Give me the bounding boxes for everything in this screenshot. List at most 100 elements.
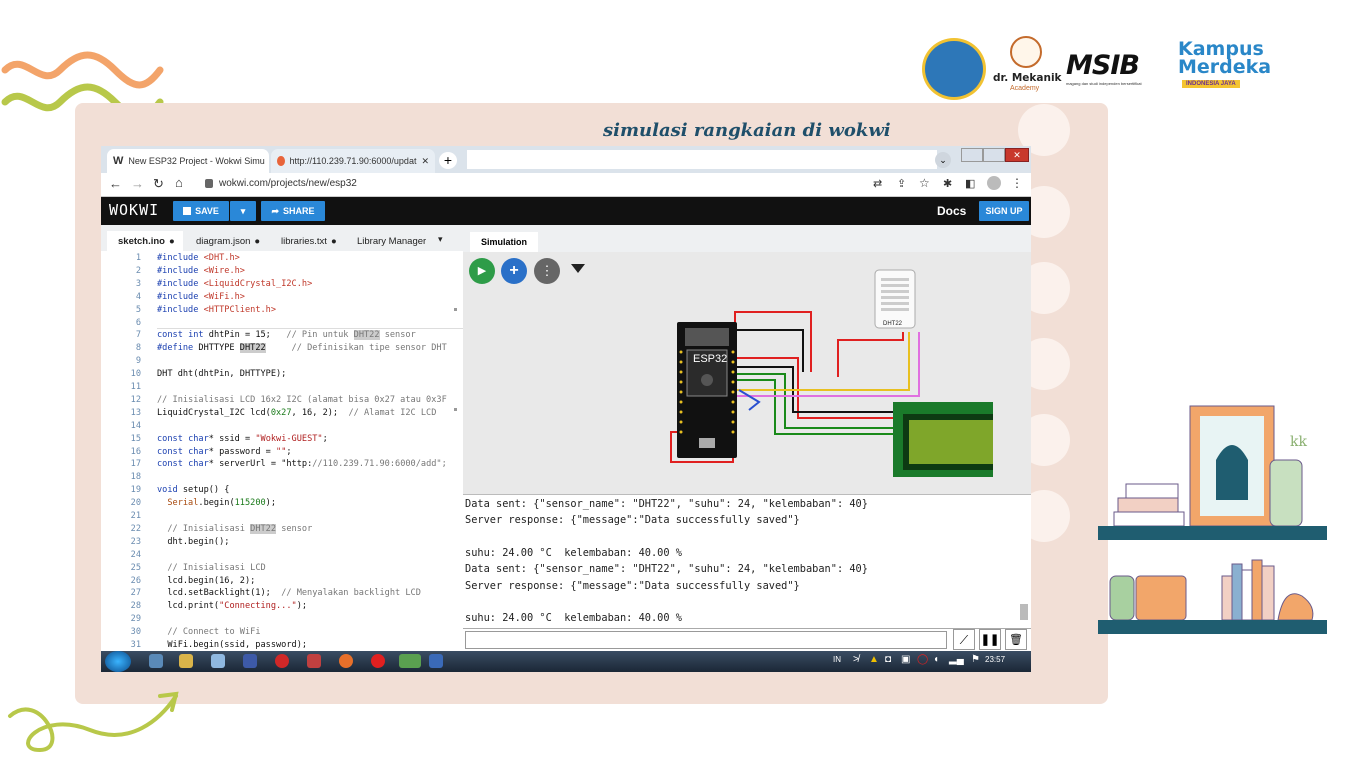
code-line[interactable]: // Inisialisasi LCD: [157, 563, 265, 573]
star-icon[interactable]: ☆: [919, 176, 930, 190]
clock[interactable]: 23:57: [985, 655, 1005, 664]
tab-library-manager[interactable]: Library Manager: [357, 231, 426, 251]
taskbar-word-icon[interactable]: [429, 654, 443, 668]
volume-icon[interactable]: ◖: [933, 654, 939, 665]
line-number: 13: [130, 407, 141, 418]
wokwi-logo[interactable]: WOKWI: [109, 201, 159, 219]
serial-scrollbar[interactable]: [1020, 604, 1028, 620]
line-number: 12: [130, 394, 141, 405]
tray-icon[interactable]: ≯: [853, 654, 859, 665]
warning-icon[interactable]: ▲: [869, 654, 879, 665]
forward-icon[interactable]: →: [131, 177, 144, 191]
code-line[interactable]: // Connect to WiFi: [157, 627, 260, 637]
minimize-icon[interactable]: [961, 148, 983, 162]
code-line[interactable]: const char* serverUrl = "http://110.239.…: [157, 459, 447, 469]
start-button-icon[interactable]: [105, 651, 131, 672]
tabs-dropdown-icon[interactable]: ▾: [438, 234, 443, 245]
tab-libraries-txt[interactable]: libraries.txt ●: [281, 231, 337, 251]
line-number: 25: [130, 562, 141, 573]
profile-icon[interactable]: [987, 176, 1001, 190]
code-line[interactable]: void setup() {: [157, 485, 229, 495]
code-line[interactable]: #include <DHT.h>: [157, 253, 240, 263]
plotter-icon[interactable]: ⟋: [953, 629, 975, 650]
back-icon[interactable]: ←: [109, 177, 122, 191]
code-line[interactable]: #include <WiFi.h>: [157, 292, 245, 302]
code-line[interactable]: DHT dht(dhtPin, DHTTYPE);: [157, 369, 286, 379]
reload-icon[interactable]: ↻: [153, 177, 164, 191]
taskbar-firefox-icon[interactable]: [339, 654, 353, 668]
taskbar-app-icon[interactable]: [149, 654, 163, 668]
code-line[interactable]: #include <Wire.h>: [157, 266, 245, 276]
code-line[interactable]: Serial.begin(115200);: [157, 498, 276, 508]
taskbar-app-icon[interactable]: [211, 654, 225, 668]
taskbar-opera-icon[interactable]: [275, 654, 289, 668]
translate-icon[interactable]: ⇄: [873, 177, 882, 190]
code-line[interactable]: const char* password = "";: [157, 447, 292, 457]
tab-simulation[interactable]: Simulation: [470, 232, 538, 252]
code-line[interactable]: dht.begin();: [157, 537, 229, 547]
play-button[interactable]: ▶: [469, 258, 495, 284]
line-number: 5: [135, 304, 141, 315]
url-text[interactable]: wokwi.com/projects/new/esp32: [219, 178, 357, 189]
taskbar-explorer-icon[interactable]: [179, 654, 193, 668]
code-line[interactable]: #include <HTTPClient.h>: [157, 305, 276, 315]
chevron-down-icon[interactable]: ⌄: [935, 152, 951, 168]
save-button[interactable]: SAVE: [173, 201, 229, 221]
trash-icon[interactable]: 🗑: [1005, 629, 1027, 650]
code-line[interactable]: const int dhtPin = 15; // Pin untuk DHT2…: [157, 330, 416, 341]
code-line[interactable]: lcd.setBacklight(1); // Menyalakan backl…: [157, 588, 421, 598]
code-line[interactable]: #define DHTTYPE DHT22 // Definisikan tip…: [157, 343, 447, 354]
code-line[interactable]: lcd.begin(16, 2);: [157, 576, 255, 586]
simulation-canvas[interactable]: ▶ + ⋮ ESP32 DHT22: [463, 252, 1031, 494]
home-icon[interactable]: ⌂: [175, 176, 183, 190]
extensions-icon[interactable]: ✱: [943, 177, 952, 190]
maximize-icon[interactable]: [983, 148, 1005, 162]
taskbar-chrome-icon[interactable]: [399, 654, 421, 668]
mekanik-logo-icon: [1010, 36, 1042, 68]
kampus-logo-tag: INDONESIA JAYA: [1182, 80, 1240, 88]
serial-input[interactable]: [465, 631, 947, 649]
code-line[interactable]: // Inisialisasi LCD 16x2 I2C (alamat bis…: [157, 395, 447, 405]
tray-icon[interactable]: ◘: [885, 654, 891, 665]
taskbar-app-icon[interactable]: [307, 654, 321, 668]
line-number: 21: [130, 511, 141, 521]
new-tab-icon[interactable]: +: [439, 152, 457, 169]
line-number: 11: [130, 382, 141, 392]
line-number: 9: [135, 356, 141, 367]
dht22-label: DHT22: [883, 321, 903, 327]
language-indicator[interactable]: IN: [833, 655, 841, 664]
signup-button[interactable]: SIGN UP: [979, 201, 1029, 221]
share-button[interactable]: ➦ SHARE: [261, 201, 325, 221]
share-page-icon[interactable]: ⇪: [897, 177, 906, 190]
kebab-menu-icon[interactable]: ⋮: [1011, 176, 1023, 190]
code-line[interactable]: const char* ssid = "Wokwi-GUEST";: [157, 434, 328, 444]
code-line[interactable]: lcd.print("Connecting...");: [157, 601, 307, 611]
scroll-marker: [454, 308, 457, 311]
pause-icon[interactable]: ❚❚: [979, 629, 1001, 650]
code-line[interactable]: WiFi.begin(ssid, password);: [157, 640, 307, 650]
line-number: 18: [130, 472, 141, 483]
more-options-button[interactable]: ⋮: [534, 258, 560, 284]
opera-tray-icon[interactable]: ◯: [917, 654, 928, 665]
code-line[interactable]: // Inisialisasi DHT22 sensor: [157, 523, 312, 534]
close-window-icon[interactable]: ✕: [1005, 148, 1029, 162]
code-line[interactable]: #include <LiquidCrystal_I2C.h>: [157, 279, 312, 289]
docs-link[interactable]: Docs: [937, 204, 966, 218]
flag-icon[interactable]: ⚑: [971, 654, 980, 665]
line-number: 24: [130, 549, 141, 560]
browser-tab-wokwi[interactable]: W New ESP32 Project - Wokwi Simu ✕: [107, 149, 269, 173]
tab-title: New ESP32 Project - Wokwi Simu: [128, 156, 265, 166]
tray-icon[interactable]: ▣: [901, 654, 910, 665]
signal-icon[interactable]: ▂▄: [949, 654, 964, 665]
taskbar-app-icon[interactable]: [243, 654, 257, 668]
save-dropdown-button[interactable]: ▾: [230, 201, 256, 221]
tab-diagram-json[interactable]: diagram.json ●: [196, 231, 260, 251]
tab-sketch-ino[interactable]: sketch.ino ●: [107, 231, 183, 251]
browser-tab-server[interactable]: http://110.239.71.90:6000/updat ✕: [271, 149, 435, 173]
code-editor[interactable]: 1 #include <DHT.h> 2 #include <Wire.h> 3 #inc…: [101, 251, 463, 651]
taskbar-opera-icon[interactable]: [371, 654, 385, 668]
add-part-button[interactable]: +: [501, 258, 527, 284]
sidepanel-icon[interactable]: ◧: [965, 177, 975, 190]
close-icon[interactable]: ✕: [421, 156, 429, 167]
code-line[interactable]: LiquidCrystal_I2C lcd(0x27, 16, 2); // A…: [157, 408, 436, 418]
